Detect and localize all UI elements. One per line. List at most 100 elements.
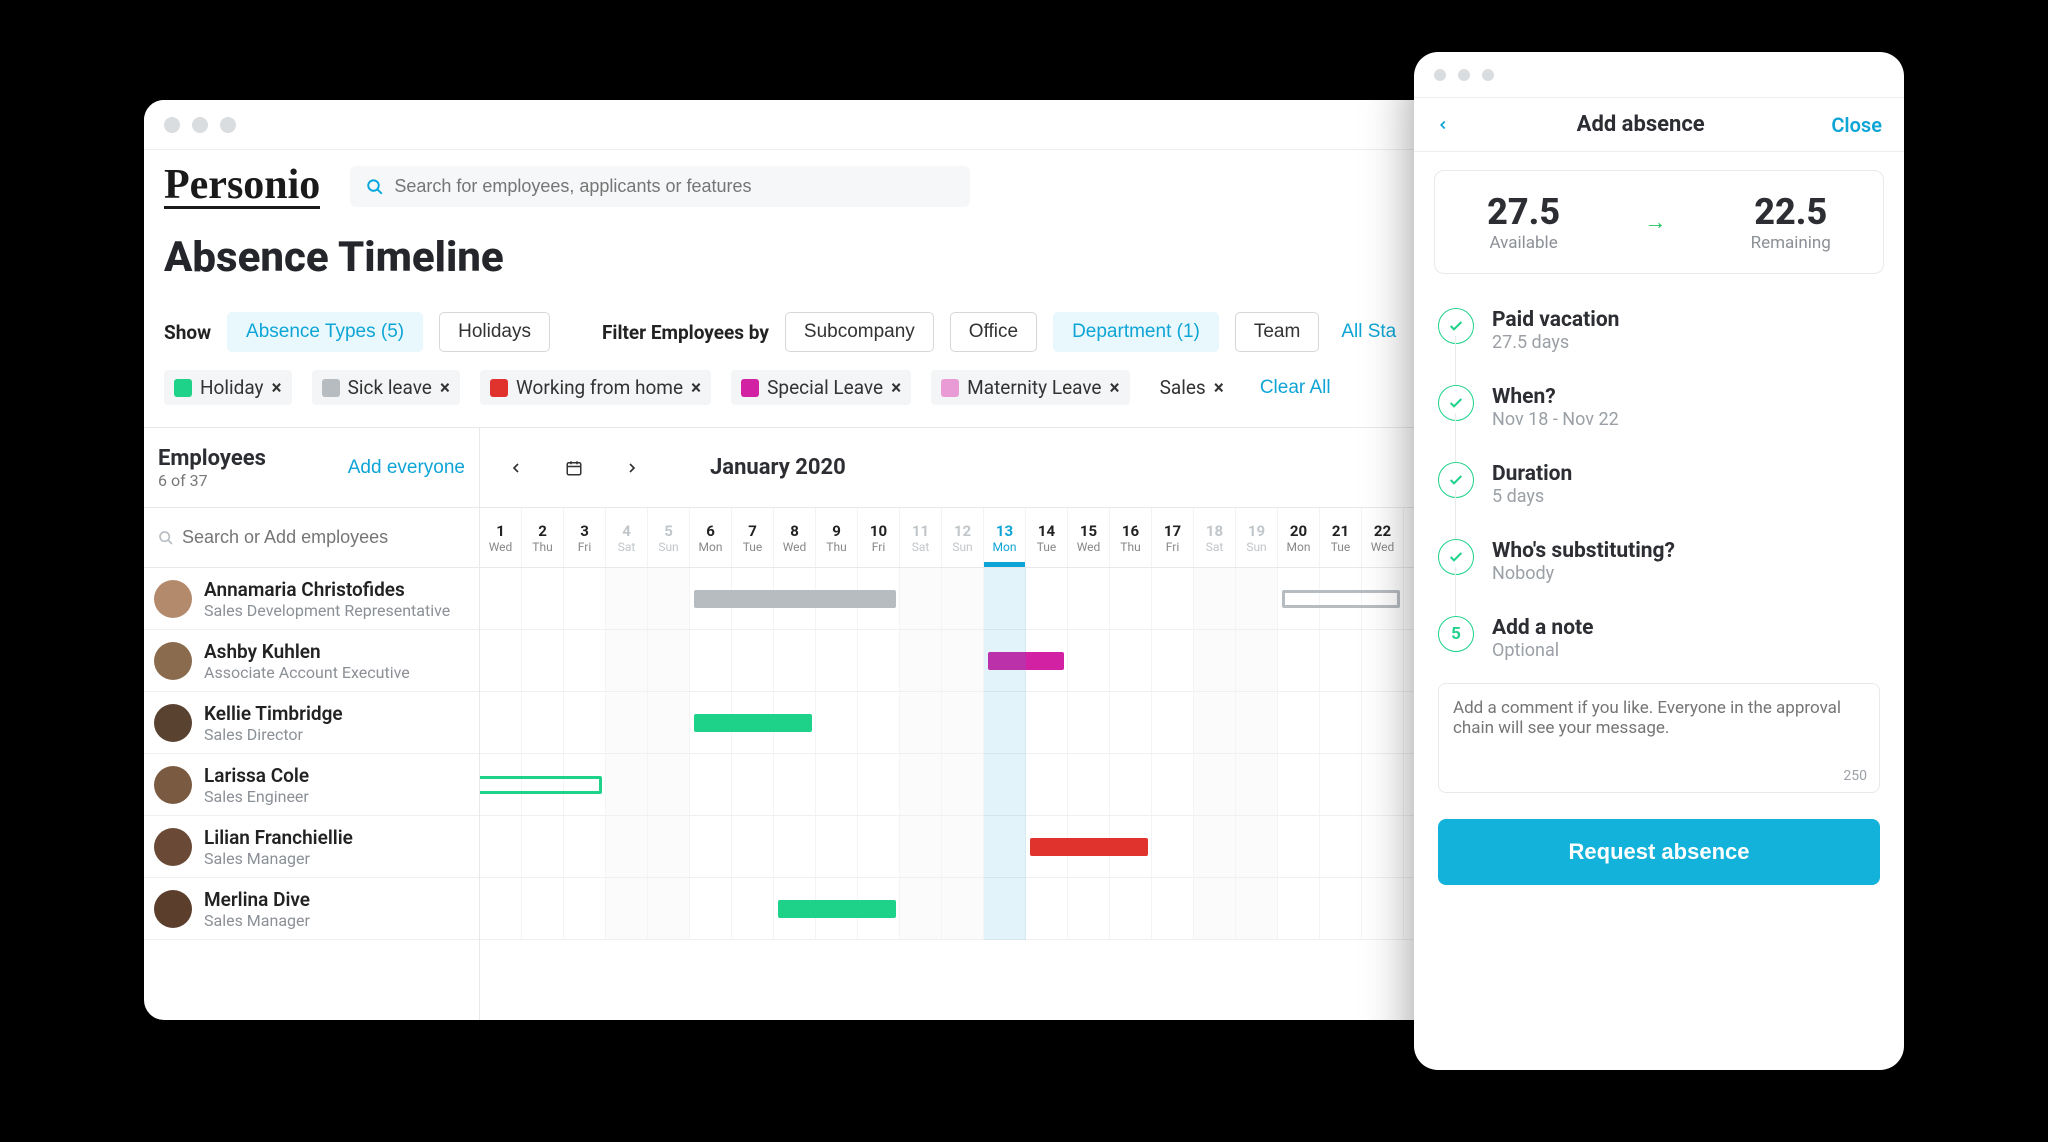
day-header-cell[interactable]: 22Wed bbox=[1362, 508, 1404, 567]
day-header-cell[interactable]: 1Wed bbox=[480, 508, 522, 567]
timeline-cell[interactable] bbox=[690, 878, 732, 939]
absence-bar[interactable] bbox=[1030, 838, 1148, 856]
timeline-cell[interactable] bbox=[522, 568, 564, 629]
timeline-cell[interactable] bbox=[942, 878, 984, 939]
day-header-cell[interactable]: 15Wed bbox=[1068, 508, 1110, 567]
timeline-cell[interactable] bbox=[690, 754, 732, 815]
timeline-cell[interactable] bbox=[900, 692, 942, 753]
timeline-cell[interactable] bbox=[1236, 816, 1278, 877]
request-absence-button[interactable]: Request absence bbox=[1438, 819, 1880, 885]
step-item[interactable]: Duration5 days bbox=[1438, 446, 1880, 523]
timeline-cell[interactable] bbox=[1236, 878, 1278, 939]
timeline-cell[interactable] bbox=[648, 630, 690, 691]
timeline-cell[interactable] bbox=[1236, 692, 1278, 753]
timeline-cell[interactable] bbox=[942, 816, 984, 877]
timeline-cell[interactable] bbox=[648, 878, 690, 939]
timeline-cell[interactable] bbox=[564, 568, 606, 629]
chip-sales[interactable]: Sales × bbox=[1150, 370, 1234, 405]
timeline-cell[interactable] bbox=[480, 816, 522, 877]
timeline-cell[interactable] bbox=[1110, 692, 1152, 753]
employee-row[interactable]: Kellie TimbridgeSales Director bbox=[144, 692, 479, 754]
close-icon[interactable]: × bbox=[691, 376, 701, 399]
timeline-cell[interactable] bbox=[942, 630, 984, 691]
timeline-cell[interactable] bbox=[816, 692, 858, 753]
employee-search[interactable] bbox=[144, 508, 479, 568]
timeline-cell[interactable] bbox=[858, 816, 900, 877]
timeline-cell[interactable] bbox=[858, 754, 900, 815]
add-everyone-button[interactable]: Add everyone bbox=[348, 457, 465, 479]
timeline-cell[interactable] bbox=[816, 630, 858, 691]
employee-row[interactable]: Lilian FranchiellieSales Manager bbox=[144, 816, 479, 878]
close-button[interactable]: Close bbox=[1831, 113, 1882, 137]
timeline-cell[interactable] bbox=[1152, 568, 1194, 629]
timeline-cell[interactable] bbox=[690, 816, 732, 877]
day-header-cell[interactable]: 20Mon bbox=[1278, 508, 1320, 567]
absence-bar[interactable] bbox=[480, 776, 602, 794]
note-field[interactable]: 250 bbox=[1438, 683, 1880, 793]
close-icon[interactable]: × bbox=[891, 376, 901, 399]
timeline-cell[interactable] bbox=[606, 754, 648, 815]
timeline-cell[interactable] bbox=[1278, 692, 1320, 753]
timeline-cell[interactable] bbox=[1152, 692, 1194, 753]
timeline-cell[interactable] bbox=[606, 816, 648, 877]
day-header-cell[interactable]: 10Fri bbox=[858, 508, 900, 567]
timeline-cell[interactable] bbox=[564, 630, 606, 691]
timeline-cell[interactable] bbox=[1194, 568, 1236, 629]
day-header-cell[interactable]: 6Mon bbox=[690, 508, 732, 567]
timeline-cell[interactable] bbox=[1320, 816, 1362, 877]
timeline-cell[interactable] bbox=[774, 630, 816, 691]
timeline-cell[interactable] bbox=[1362, 754, 1404, 815]
timeline-cell[interactable] bbox=[1110, 878, 1152, 939]
close-icon[interactable]: × bbox=[1110, 376, 1120, 399]
day-header-cell[interactable]: 19Sun bbox=[1236, 508, 1278, 567]
timeline-cell[interactable] bbox=[984, 816, 1026, 877]
timeline-cell[interactable] bbox=[564, 692, 606, 753]
day-header-cell[interactable]: 13Mon bbox=[984, 508, 1026, 567]
timeline-cell[interactable] bbox=[1068, 630, 1110, 691]
employee-row[interactable]: Larissa ColeSales Engineer bbox=[144, 754, 479, 816]
timeline-cell[interactable] bbox=[1362, 692, 1404, 753]
timeline-cell[interactable] bbox=[900, 816, 942, 877]
timeline-cell[interactable] bbox=[1320, 754, 1362, 815]
timeline-cell[interactable] bbox=[1320, 692, 1362, 753]
timeline-cell[interactable] bbox=[1026, 754, 1068, 815]
timeline-cell[interactable] bbox=[900, 878, 942, 939]
step-item[interactable]: 5Add a noteOptional bbox=[1438, 600, 1880, 677]
timeline-cell[interactable] bbox=[816, 754, 858, 815]
filter-team[interactable]: Team bbox=[1235, 312, 1319, 352]
absence-bar[interactable] bbox=[778, 900, 896, 918]
timeline-cell[interactable] bbox=[774, 816, 816, 877]
timeline-cell[interactable] bbox=[1152, 878, 1194, 939]
day-header-cell[interactable]: 9Thu bbox=[816, 508, 858, 567]
timeline-cell[interactable] bbox=[480, 630, 522, 691]
day-header-cell[interactable]: 3Fri bbox=[564, 508, 606, 567]
timeline-cell[interactable] bbox=[1236, 754, 1278, 815]
timeline-cell[interactable] bbox=[522, 878, 564, 939]
timeline-cell[interactable] bbox=[1194, 816, 1236, 877]
timeline-cell[interactable] bbox=[690, 630, 732, 691]
timeline-cell[interactable] bbox=[732, 754, 774, 815]
step-item[interactable]: When?Nov 18 - Nov 22 bbox=[1438, 369, 1880, 446]
timeline-cell[interactable] bbox=[1278, 754, 1320, 815]
timeline-cell[interactable] bbox=[858, 692, 900, 753]
timeline-cell[interactable] bbox=[942, 568, 984, 629]
filter-holidays[interactable]: Holidays bbox=[439, 312, 550, 352]
chip-sick-leave[interactable]: Sick leave × bbox=[312, 370, 460, 405]
timeline-cell[interactable] bbox=[1362, 816, 1404, 877]
day-header-cell[interactable]: 8Wed bbox=[774, 508, 816, 567]
timeline-cell[interactable] bbox=[942, 692, 984, 753]
day-header-cell[interactable]: 16Thu bbox=[1110, 508, 1152, 567]
close-icon[interactable]: × bbox=[1214, 376, 1224, 399]
filter-department[interactable]: Department (1) bbox=[1053, 312, 1219, 352]
timeline-cell[interactable] bbox=[480, 568, 522, 629]
timeline-cell[interactable] bbox=[984, 754, 1026, 815]
day-header-cell[interactable]: 18Sat bbox=[1194, 508, 1236, 567]
timeline-cell[interactable] bbox=[942, 754, 984, 815]
day-header-cell[interactable]: 7Tue bbox=[732, 508, 774, 567]
timeline-cell[interactable] bbox=[732, 816, 774, 877]
timeline-cell[interactable] bbox=[648, 692, 690, 753]
timeline-cell[interactable] bbox=[648, 816, 690, 877]
timeline-cell[interactable] bbox=[1236, 568, 1278, 629]
note-textarea[interactable] bbox=[1453, 698, 1865, 768]
timeline-cell[interactable] bbox=[1362, 630, 1404, 691]
